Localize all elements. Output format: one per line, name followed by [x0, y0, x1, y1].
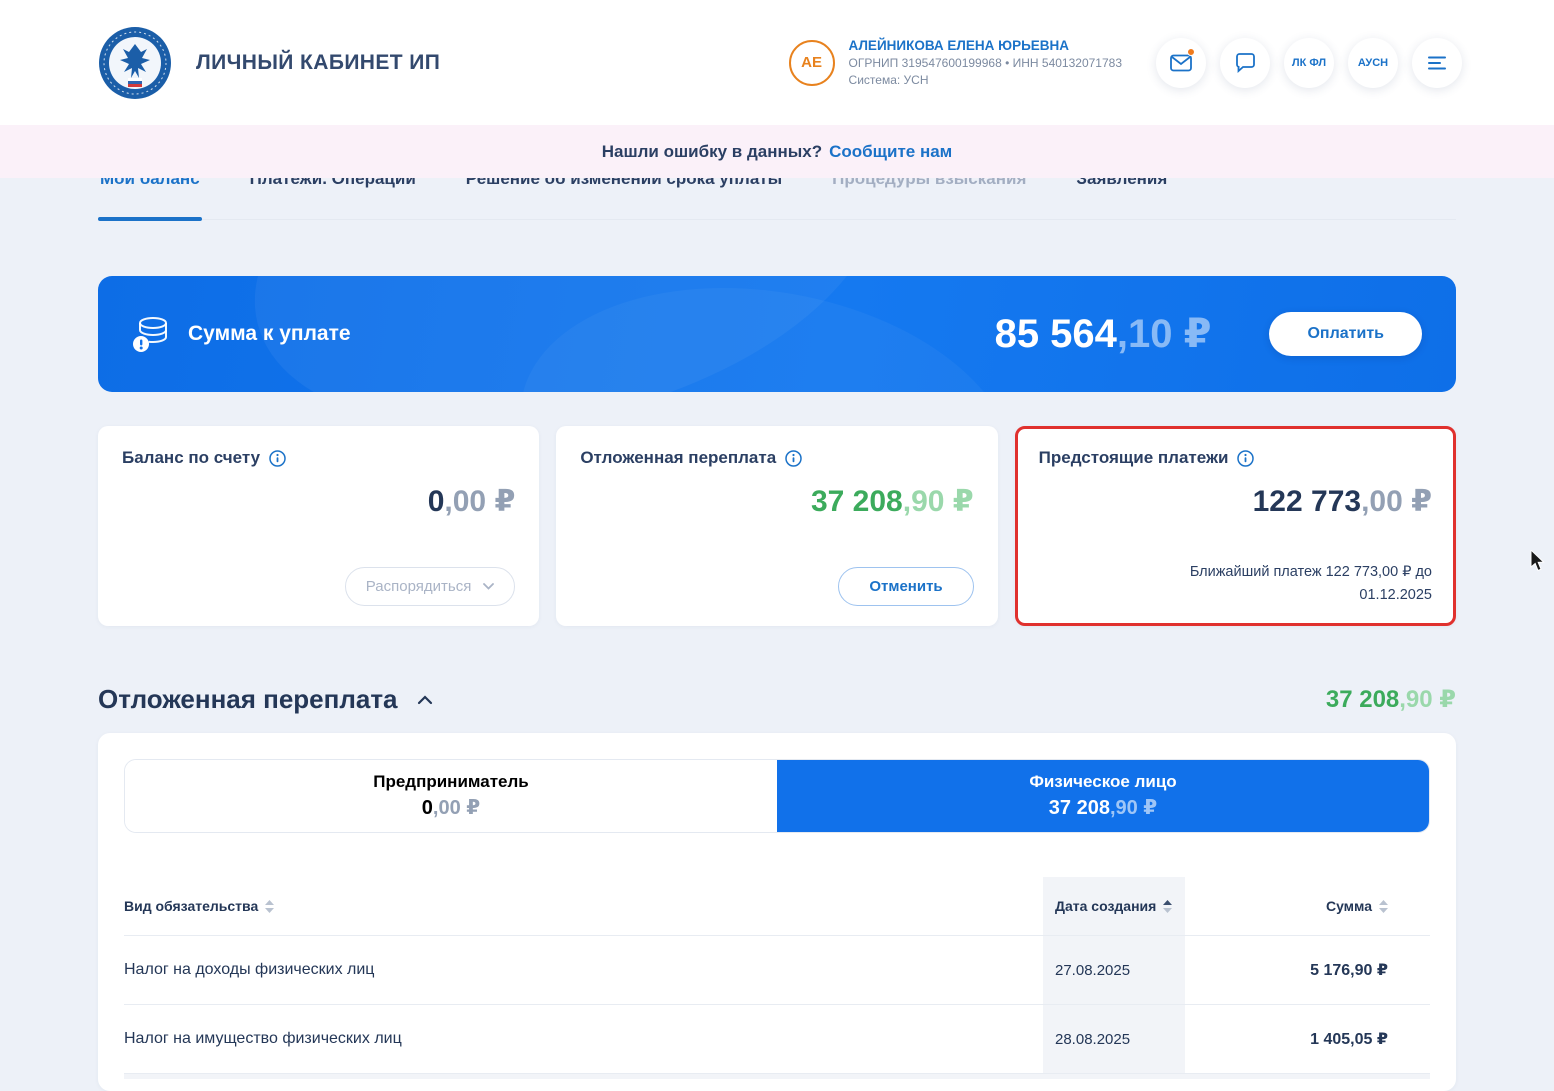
coins-icon: [130, 313, 172, 355]
collapse-section-button[interactable]: [413, 691, 437, 709]
header-obligation-type[interactable]: Вид обязательства: [124, 877, 1043, 935]
header-creation-date[interactable]: Дата создания: [1043, 877, 1185, 935]
card-deferred-overpayment: Отложенная переплата 37 208,90 ₽ Отменит…: [556, 426, 998, 626]
card-title: Баланс по счету: [122, 448, 261, 467]
chevron-down-icon: [483, 583, 495, 590]
fns-logo-icon[interactable]: [98, 26, 172, 100]
table-row-partial: [124, 1073, 1430, 1079]
report-error-link[interactable]: Сообщите нам: [829, 142, 952, 162]
mail-button[interactable]: [1156, 37, 1206, 88]
table-row[interactable]: Налог на доходы физических лиц 27.08.202…: [124, 935, 1430, 1004]
section-title: Отложенная переплата: [98, 684, 398, 714]
header-actions: ЛК ФЛ АУСН: [1156, 37, 1462, 88]
user-name: АЛЕЙНИКОВА ЕЛЕНА ЮРЬЕВНА: [848, 38, 1070, 53]
hamburger-icon: [1427, 55, 1447, 71]
mouse-cursor: [1530, 548, 1546, 577]
card-title: Отложенная переплата: [580, 448, 777, 467]
sort-icon: [265, 899, 275, 913]
amount-due-banner: Сумма к уплате 85 564,10 ₽ Оплатить: [98, 276, 1456, 392]
amount-due-label: Сумма к уплате: [188, 322, 351, 345]
header: ЛИЧНЫЙ КАБИНЕТ ИП АЕ АЛЕЙНИКОВА ЕЛЕНА ЮР…: [0, 0, 1554, 125]
chat-icon: [1235, 52, 1256, 73]
table-row[interactable]: Налог на имущество физических лиц 28.08.…: [124, 1004, 1430, 1073]
dispose-button[interactable]: Распорядиться: [344, 567, 516, 606]
notification-dot: [1187, 47, 1195, 56]
menu-button[interactable]: [1412, 37, 1462, 88]
card-upcoming-payments: Предстоящие платежи 122 773,00 ₽ Ближайш…: [1014, 426, 1456, 626]
cell-amount: 1 405,05 ₽: [1310, 1031, 1388, 1048]
card-amount: 122 773,00 ₽: [1252, 485, 1432, 518]
overpayment-table: Вид обязательства Дата создания Сумма На…: [124, 877, 1430, 1079]
cell-obligation-type: Налог на доходы физических лиц: [124, 961, 375, 978]
card-title: Предстоящие платежи: [1038, 448, 1229, 467]
deferred-overpayment-section-head: Отложенная переплата 37 208,90 ₽: [98, 684, 1456, 715]
card-amount: 0,00 ₽: [427, 485, 516, 518]
info-icon[interactable]: [269, 449, 286, 467]
user-ids: ОГРНИП 319547600199968 • ИНН 54013207178…: [848, 56, 1122, 70]
section-amount: 37 208,90 ₽: [1325, 686, 1456, 713]
info-icon[interactable]: [785, 449, 802, 467]
pay-button[interactable]: Оплатить: [1269, 312, 1422, 356]
toggle-entrepreneur[interactable]: Предприниматель 0,00 ₽: [125, 760, 777, 832]
summary-cards: Баланс по счету 0,00 ₽ Распорядиться Отл…: [98, 426, 1456, 626]
cell-creation-date: 28.08.2025: [1043, 1005, 1185, 1073]
mail-icon: [1170, 54, 1192, 72]
info-icon[interactable]: [1237, 449, 1255, 467]
cell-obligation-type: Налог на имущество физических лиц: [124, 1030, 402, 1047]
next-payment-note: Ближайший платеж 122 773,00 ₽ до 01.12.2…: [1189, 564, 1432, 603]
sort-icon: [1379, 899, 1388, 913]
deferred-overpayment-panel: Предприниматель 0,00 ₽ Физическое лицо 3…: [98, 733, 1456, 1091]
toggle-individual[interactable]: Физическое лицо 37 208,90 ₽: [777, 760, 1429, 832]
page-title: ЛИЧНЫЙ КАБИНЕТ ИП: [196, 50, 441, 74]
card-account-balance: Баланс по счету 0,00 ₽ Распорядиться: [98, 426, 540, 626]
amount-due-value: 85 564,10 ₽: [994, 312, 1212, 356]
cancel-button[interactable]: Отменить: [838, 567, 974, 606]
chevron-up-icon: [417, 694, 433, 705]
lk-fl-button[interactable]: ЛК ФЛ: [1284, 37, 1334, 88]
table-header-row: Вид обязательства Дата создания Сумма: [124, 877, 1430, 935]
chat-button[interactable]: [1220, 37, 1270, 88]
sort-icon-active-asc: [1163, 899, 1173, 913]
ausn-button[interactable]: АУСН: [1348, 37, 1398, 88]
card-amount: 37 208,90 ₽: [810, 485, 974, 518]
notice-text: Нашли ошибку в данных?: [601, 141, 823, 161]
user-tax-system: Система: УСН: [848, 73, 929, 87]
avatar[interactable]: АЕ: [788, 39, 835, 86]
header-amount[interactable]: Сумма: [1185, 877, 1430, 935]
cell-amount: 5 176,90 ₽: [1310, 962, 1388, 979]
cell-creation-date: 27.08.2025: [1043, 936, 1185, 1004]
error-notice-bar: Нашли ошибку в данных? Сообщите нам: [0, 125, 1554, 178]
entity-toggle: Предприниматель 0,00 ₽ Физическое лицо 3…: [124, 759, 1430, 833]
user-menu[interactable]: АЕ АЛЕЙНИКОВА ЕЛЕНА ЮРЬЕВНА ОГРНИП 31954…: [788, 38, 1122, 87]
